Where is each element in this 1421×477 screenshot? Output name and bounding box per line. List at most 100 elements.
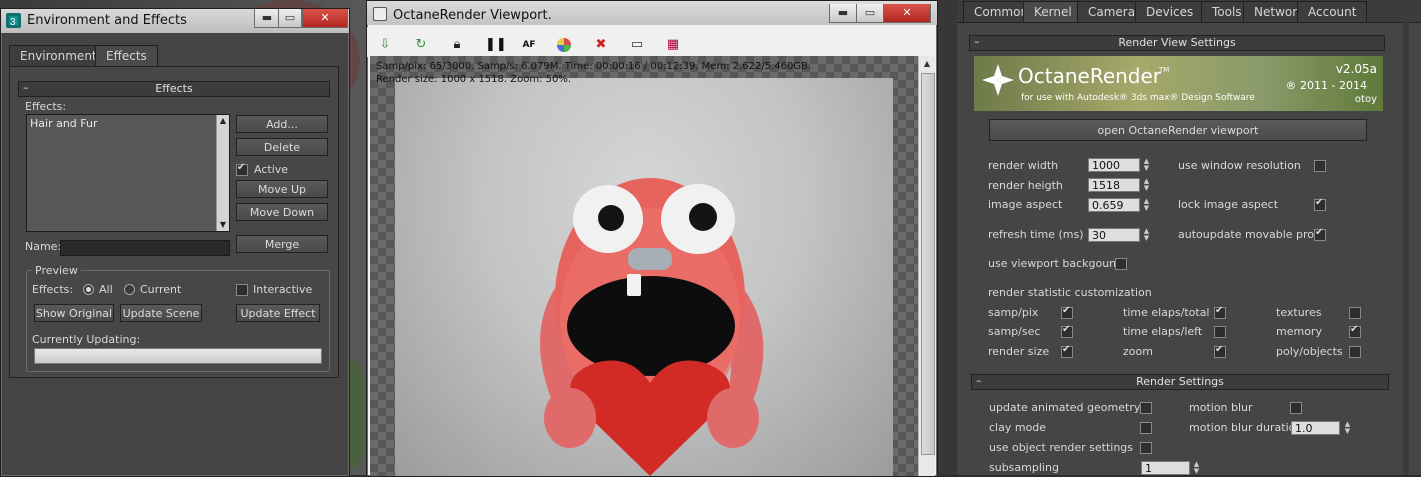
- effects-list[interactable]: Hair and Fur ▲ ▼: [26, 114, 230, 232]
- af-icon[interactable]: AF: [521, 37, 537, 53]
- stat-checkbox[interactable]: [1061, 344, 1073, 358]
- name-field[interactable]: [60, 240, 230, 256]
- effects-list-scrollbar[interactable]: ▲ ▼: [216, 115, 229, 231]
- maximize-button[interactable]: ▭: [278, 9, 302, 28]
- use-window-resolution-label: use window resolution: [1178, 159, 1301, 172]
- refresh-time-input[interactable]: 30: [1088, 228, 1140, 242]
- stat-label: time elaps/total: [1123, 306, 1210, 319]
- image-aspect-stepper[interactable]: ▲ ▼: [1142, 198, 1151, 212]
- scroll-thumb[interactable]: [921, 73, 935, 455]
- radio-all[interactable]: [83, 284, 94, 295]
- move-down-button[interactable]: Move Down: [236, 203, 328, 221]
- currently-updating-label: Currently Updating:: [32, 333, 141, 346]
- refresh-icon[interactable]: ↻: [413, 37, 429, 53]
- merge-button[interactable]: Merge: [236, 235, 328, 253]
- banner-tagline: for use with Autodesk® 3ds max® Design S…: [1021, 93, 1255, 103]
- viewport-toolbar: ⇩ ↻ 🔒︎ ❚❚ AF ✖ ▭ ▦: [367, 27, 935, 57]
- use-object-render-settings-checkbox[interactable]: [1140, 442, 1152, 454]
- tab-strip: Common Kernel Camera Devices Tools Netwo…: [957, 0, 1421, 23]
- close-button[interactable]: ✕: [883, 4, 931, 23]
- render-width-stepper[interactable]: ▲ ▼: [1142, 158, 1151, 172]
- autoupdate-checkbox[interactable]: [1314, 227, 1326, 241]
- move-up-button[interactable]: Move Up: [236, 180, 328, 198]
- monitor-icon[interactable]: ▭: [629, 37, 645, 53]
- banner-vendor: otoy: [1354, 94, 1377, 105]
- image-aspect-input[interactable]: 0.659: [1088, 198, 1140, 212]
- update-scene-button[interactable]: Update Scene: [120, 304, 202, 322]
- active-checkbox[interactable]: [236, 162, 248, 176]
- tab-label: Camera: [1088, 5, 1136, 19]
- color-wheel-icon[interactable]: [556, 37, 572, 53]
- maximize-button[interactable]: ▭: [856, 4, 884, 23]
- viewport-scrollbar[interactable]: ▲: [918, 56, 935, 476]
- scroll-up-icon[interactable]: ▲: [217, 115, 229, 127]
- stat-checkbox[interactable]: [1214, 305, 1226, 319]
- render-height-stepper[interactable]: ▲ ▼: [1142, 178, 1151, 192]
- window-title: OctaneRender Viewport.: [393, 8, 552, 23]
- stat-checkbox[interactable]: [1214, 326, 1226, 338]
- window-icon: [373, 7, 387, 21]
- tab-effects[interactable]: Effects: [95, 45, 158, 66]
- update-effect-button[interactable]: Update Effect: [236, 304, 320, 322]
- film-icon[interactable]: ▦: [665, 37, 681, 53]
- clay-mode-checkbox[interactable]: [1140, 422, 1152, 434]
- subsampling-stepper[interactable]: ▲ ▼: [1192, 461, 1201, 475]
- render-settings-header[interactable]: – Render Settings: [971, 374, 1389, 390]
- render-height-input[interactable]: 1518: [1088, 178, 1140, 192]
- stat-checkbox[interactable]: [1061, 324, 1073, 338]
- motion-blur-checkbox[interactable]: [1290, 402, 1302, 414]
- statistic-title: render statistic customization: [988, 286, 1152, 299]
- radio-current[interactable]: [124, 284, 135, 295]
- collapse-icon: –: [23, 81, 29, 94]
- lock-icon[interactable]: 🔒︎: [449, 37, 465, 53]
- use-window-resolution-checkbox[interactable]: [1314, 160, 1326, 172]
- close-button[interactable]: ✕: [302, 9, 348, 28]
- use-viewport-background-label: use viewport backgound: [988, 257, 1124, 270]
- render-stats-overlay: Samp/pix: 65/3000. Samp/s: 6.079M. Time:…: [376, 60, 811, 86]
- add-button[interactable]: Add...: [236, 115, 328, 133]
- tab-devices[interactable]: Devices: [1135, 1, 1205, 22]
- stat-checkbox[interactable]: [1349, 346, 1361, 358]
- effects-rollout-header[interactable]: – Effects: [18, 81, 330, 97]
- scroll-down-icon[interactable]: ▼: [217, 219, 229, 231]
- minimize-button[interactable]: ▬: [254, 9, 280, 28]
- show-original-button[interactable]: Show Original: [34, 304, 114, 322]
- pause-icon[interactable]: ❚❚: [485, 37, 507, 53]
- stat-checkbox[interactable]: [1349, 324, 1361, 338]
- use-viewport-background-checkbox[interactable]: [1115, 258, 1127, 270]
- scroll-up-icon[interactable]: ▲: [919, 56, 935, 72]
- lock-image-aspect-checkbox[interactable]: [1314, 197, 1326, 211]
- use-object-render-settings-label: use object render settings: [989, 441, 1134, 454]
- render-view-settings-header[interactable]: – Render View Settings: [969, 35, 1385, 51]
- title-bar[interactable]: OctaneRender Viewport. ▬ ▭ ✕: [367, 1, 937, 25]
- title-bar[interactable]: 3 Environment and Effects ▬ ▭ ✕: [1, 9, 349, 33]
- update-animated-geometry-label: update animated geometry: [989, 401, 1141, 414]
- minimize-button[interactable]: ▬: [829, 4, 857, 23]
- interactive-label: Interactive: [253, 283, 313, 296]
- motion-blur-duration-input[interactable]: 1.0: [1291, 421, 1340, 435]
- refresh-time-stepper[interactable]: ▲ ▼: [1142, 228, 1151, 242]
- panel-scrollbar[interactable]: [1403, 22, 1409, 475]
- tab-label: Kernel: [1034, 5, 1072, 19]
- delete-button[interactable]: Delete: [236, 138, 328, 156]
- tab-environment[interactable]: Environment: [9, 45, 108, 66]
- update-animated-geometry-checkbox[interactable]: [1140, 402, 1152, 414]
- list-item[interactable]: Hair and Fur: [30, 117, 98, 130]
- stat-checkbox[interactable]: [1061, 305, 1073, 319]
- motion-blur-duration-label: motion blur duration: [1189, 421, 1303, 434]
- export-icon[interactable]: ⇩: [377, 37, 393, 53]
- render-width-input[interactable]: 1000: [1088, 158, 1140, 172]
- open-viewport-button[interactable]: open OctaneRender viewport: [989, 119, 1367, 141]
- render-canvas[interactable]: Samp/pix: 65/3000. Samp/s: 6.079M. Time:…: [370, 56, 918, 476]
- tab-account[interactable]: Account: [1297, 1, 1368, 22]
- interactive-checkbox[interactable]: [236, 284, 248, 296]
- motion-blur-duration-stepper[interactable]: ▲ ▼: [1343, 421, 1352, 435]
- stat-checkbox[interactable]: [1349, 307, 1361, 319]
- stop-icon[interactable]: ✖: [593, 37, 609, 53]
- stat-checkbox[interactable]: [1214, 344, 1226, 358]
- subsampling-input[interactable]: 1: [1141, 461, 1190, 475]
- tab-kernel[interactable]: Kernel: [1023, 1, 1083, 22]
- octane-banner: OctaneRender TM for use with Autodesk® 3…: [974, 56, 1383, 111]
- rollout-title: Effects: [155, 82, 193, 95]
- rollout-title: Render Settings: [1136, 375, 1224, 388]
